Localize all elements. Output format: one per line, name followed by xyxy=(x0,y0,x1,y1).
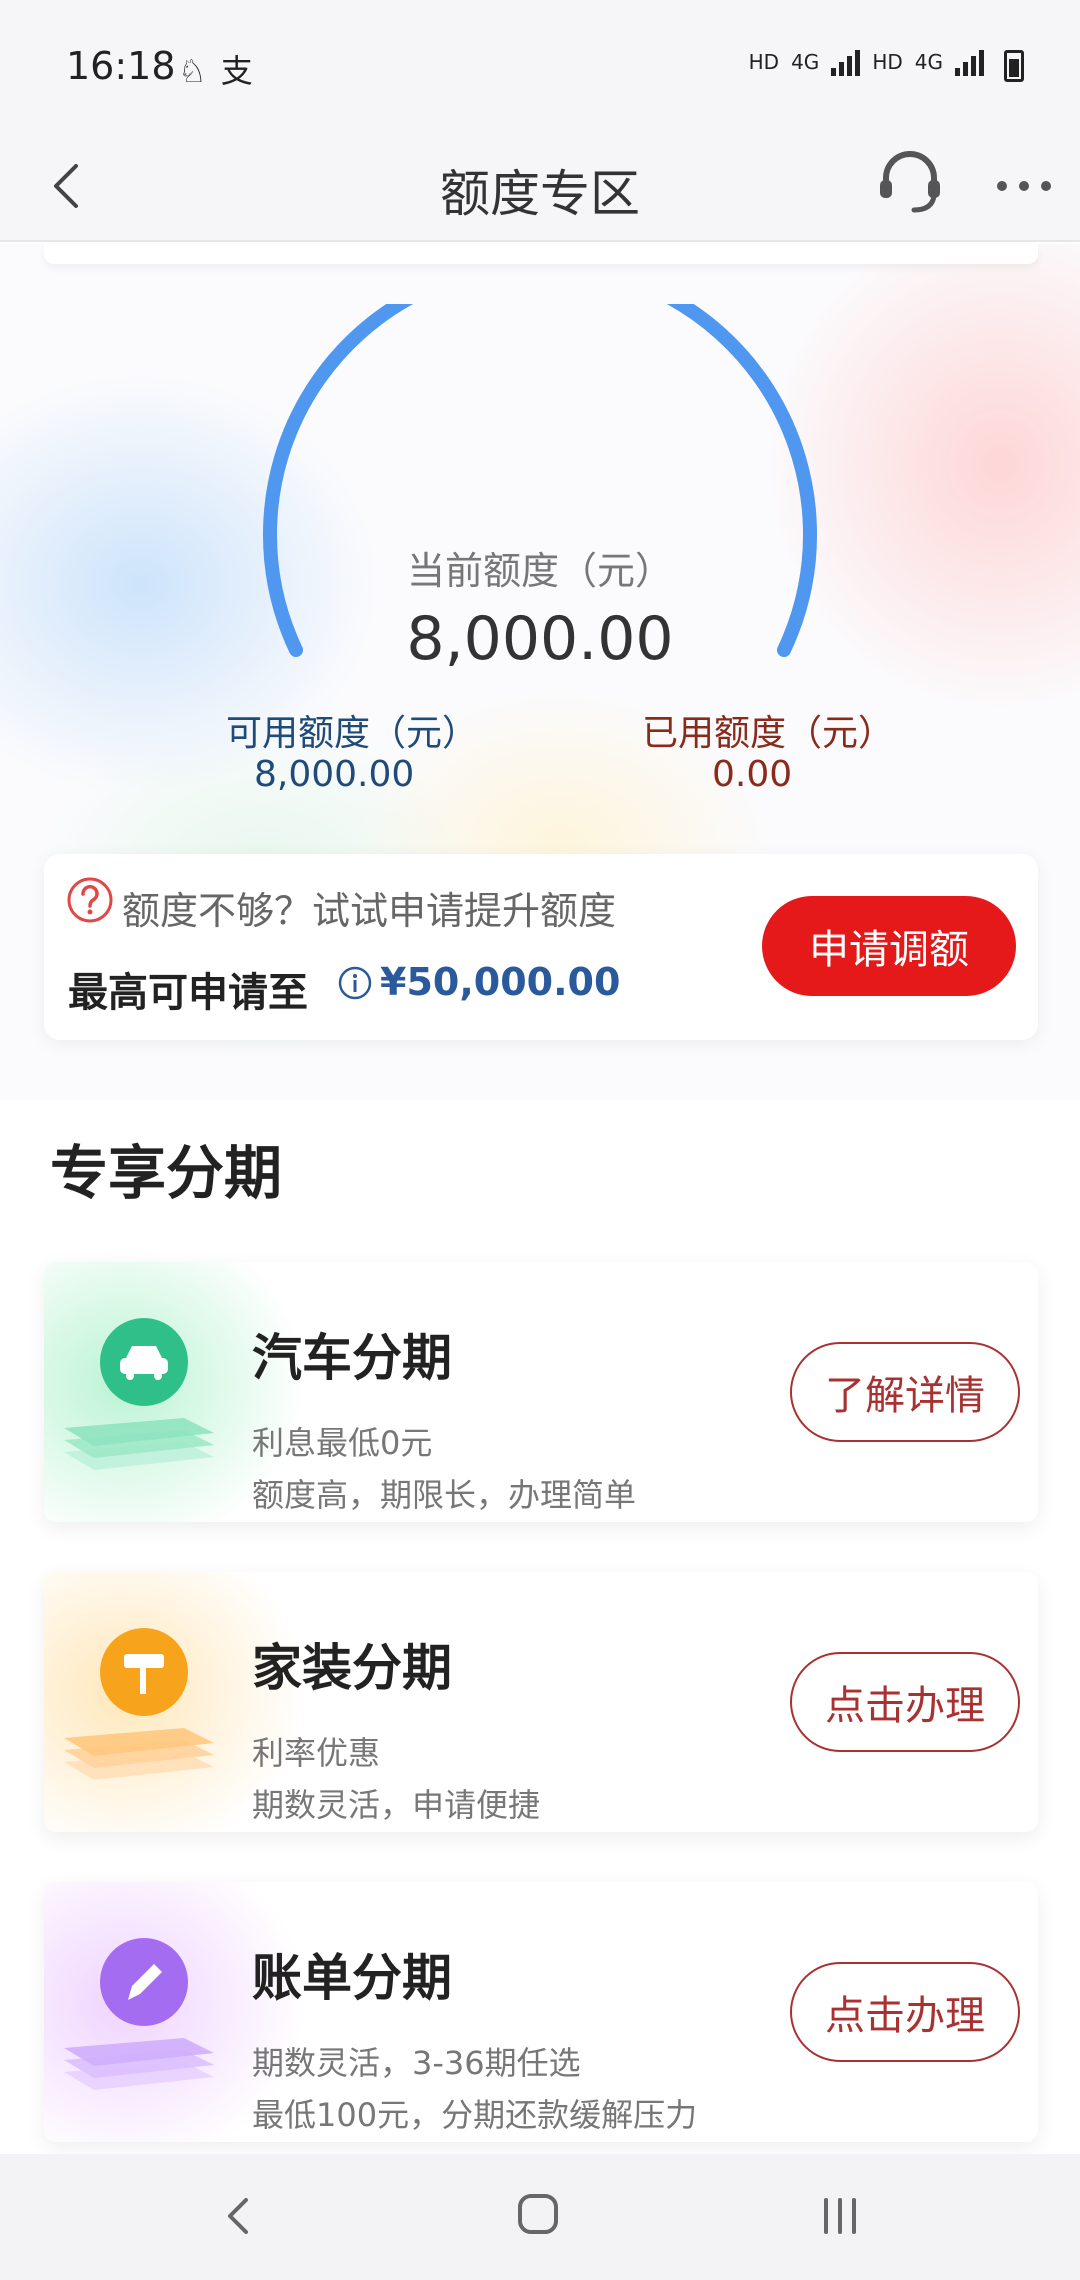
apply-bill-button[interactable]: 点击办理 xyxy=(790,1962,1020,2062)
signal-icon-2 xyxy=(955,48,984,76)
question-icon xyxy=(67,877,113,923)
apply-home-button[interactable]: 点击办理 xyxy=(790,1652,1020,1752)
installment-card-home[interactable]: 家装分期 利率优惠 期数灵活，申请便捷 点击办理 xyxy=(44,1572,1038,1832)
used-credit-value: 0.00 xyxy=(712,754,793,795)
current-credit-label: 当前额度（元） xyxy=(406,549,673,593)
card-subtitle: 期数灵活，3-36期任选 xyxy=(252,2044,581,2082)
card-title: 家装分期 xyxy=(252,1639,452,1697)
card-description: 最低100元，分期还款缓解压力 xyxy=(252,2096,698,2134)
info-icon[interactable] xyxy=(338,966,372,1000)
card-title: 汽车分期 xyxy=(252,1329,452,1387)
hd-label: HD xyxy=(748,50,780,74)
max-credit-value: ¥50,000.00 xyxy=(380,960,621,1004)
learn-more-button[interactable]: 了解详情 xyxy=(790,1342,1020,1442)
paint-roller-icon xyxy=(64,1628,214,1780)
card-subtitle: 利率优惠 xyxy=(252,1734,381,1772)
credit-overview: 当前额度（元） 8,000.00 可用额度（元） 8,000.00 已用额度（元… xyxy=(0,244,1080,1100)
notification-icons: ♘支 xyxy=(178,46,267,92)
network-4g-label: 4G xyxy=(791,50,820,74)
current-credit-value: 8,000.00 xyxy=(406,604,674,674)
apply-adjust-button[interactable]: 申请调额 xyxy=(762,896,1016,996)
signal-icon xyxy=(831,48,861,76)
nav-home-icon[interactable] xyxy=(510,2186,566,2242)
installment-card-bill[interactable]: 账单分期 期数灵活，3-36期任选 最低100元，分期还款缓解压力 点击办理 xyxy=(44,1882,1038,2142)
card-subtitle: 利息最低0元 xyxy=(252,1424,433,1462)
card-description: 期数灵活，申请便捷 xyxy=(252,1786,541,1824)
car-icon xyxy=(64,1318,214,1470)
title-bar: 额度专区 xyxy=(0,130,1080,242)
notification-icon: ♘ xyxy=(178,52,221,90)
status-bar: 16:18 ♘支 HD 4G HD 4G xyxy=(0,0,1080,130)
used-credit-label: 已用额度（元） xyxy=(642,713,895,754)
installment-card-car[interactable]: 汽车分期 利息最低0元 额度高，期限长，办理简单 了解详情 xyxy=(44,1262,1038,1522)
available-credit-value: 8,000.00 xyxy=(254,754,415,795)
credit-increase-hint: 额度不够？试试申请提升额度 xyxy=(122,889,617,933)
pencil-icon xyxy=(64,1938,214,2090)
credit-increase-card: 额度不够？试试申请提升额度 最高可申请至 ¥50,000.00 申请调额 xyxy=(44,854,1038,1040)
nav-recent-icon[interactable] xyxy=(812,2188,868,2244)
system-nav-bar xyxy=(0,2154,1080,2280)
max-credit-label: 最高可申请至 xyxy=(68,970,308,1016)
card-edge xyxy=(44,244,1038,264)
network-4g-label-2: 4G xyxy=(914,50,943,74)
section-title: 专享分期 xyxy=(50,1139,283,1207)
status-time: 16:18 xyxy=(66,44,176,88)
card-description: 额度高，期限长，办理简单 xyxy=(252,1476,637,1514)
customer-service-icon[interactable] xyxy=(874,146,946,218)
network-indicators: HD 4G HD 4G xyxy=(749,48,984,76)
nav-back-icon[interactable] xyxy=(212,2188,268,2244)
battery-icon xyxy=(1004,50,1024,82)
alipay-icon: 支 xyxy=(220,52,267,90)
card-title: 账单分期 xyxy=(252,1949,452,2007)
hd-label-2: HD xyxy=(872,50,903,74)
available-credit-label: 可用额度（元） xyxy=(226,713,479,754)
more-icon[interactable] xyxy=(994,166,1054,206)
